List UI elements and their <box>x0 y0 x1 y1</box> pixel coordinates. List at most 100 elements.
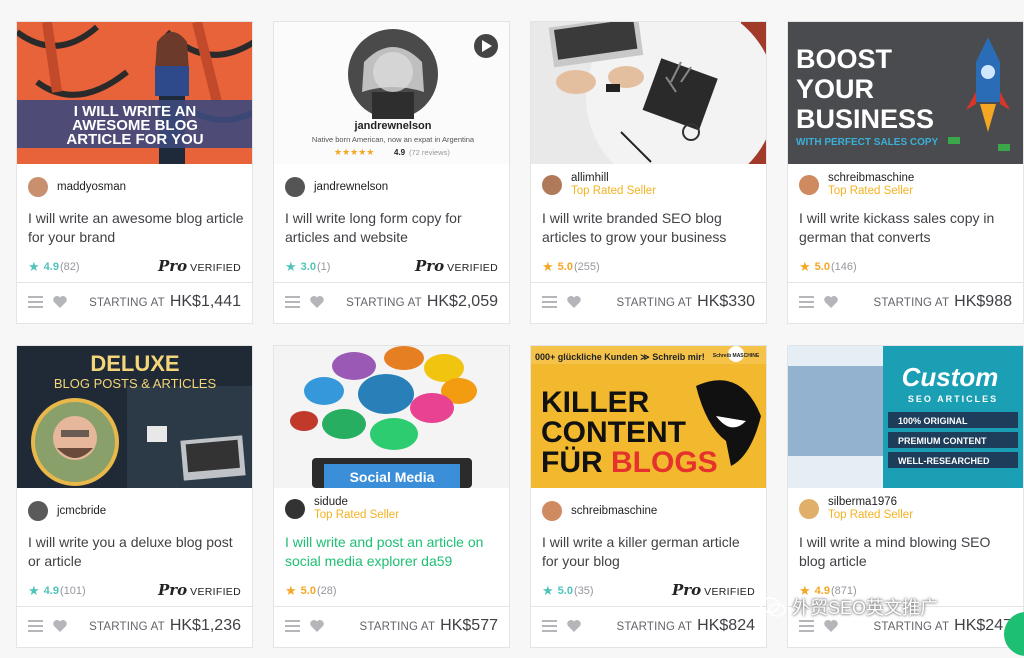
thumb-text: BLOGS <box>611 446 718 479</box>
price: STARTING AT HK$577 <box>359 617 498 635</box>
heart-icon[interactable] <box>566 294 582 310</box>
gig-thumbnail[interactable]: BOOST YOUR BUSINESS WITH PERFECT SALES C… <box>788 22 1023 164</box>
avatar[interactable] <box>542 501 562 521</box>
pro-verified-badge: Pro VERIFIED <box>415 257 498 275</box>
gig-thumbnail[interactable]: 000+ glückliche Kunden ≫ Schreib mir! KI… <box>531 346 766 488</box>
rating: ★ 5.0 (255) <box>542 260 600 273</box>
price: STARTING AT HK$1,236 <box>89 617 241 635</box>
rating: ★ 5.0 (146) <box>799 260 857 273</box>
heart-icon[interactable] <box>309 294 325 310</box>
gig-card[interactable]: jandrewnelson Native born American, now … <box>273 21 510 324</box>
menu-icon[interactable] <box>28 295 43 309</box>
avatar[interactable] <box>28 501 48 521</box>
star-icon: ★ <box>28 583 40 598</box>
rating-count: (146) <box>830 260 857 273</box>
seller-name[interactable]: maddyosman <box>57 181 126 194</box>
avatar[interactable] <box>285 499 305 519</box>
rating: ★ 5.0 (28) <box>285 584 337 597</box>
gig-card[interactable]: allimhill Top Rated Seller I will write … <box>530 21 767 324</box>
avatar[interactable] <box>799 499 819 519</box>
price-value: HK$1,236 <box>169 617 241 634</box>
avatar[interactable] <box>799 175 819 195</box>
avatar[interactable] <box>542 175 562 195</box>
gig-title[interactable]: I will write kickass sales copy in germa… <box>799 209 1015 247</box>
verified-label: VERIFIED <box>190 586 241 598</box>
pro-verified-badge: Pro VERIFIED <box>158 581 241 599</box>
price-value: HK$577 <box>440 617 498 634</box>
heart-icon[interactable] <box>566 618 582 634</box>
heart-icon[interactable] <box>52 294 68 310</box>
seller-name[interactable]: silberma1976 <box>828 496 913 509</box>
gig-thumbnail[interactable]: I WILL WRITE AN AWESOME BLOG ARTICLE FOR… <box>17 22 252 164</box>
gig-title[interactable]: I will write long form copy for articles… <box>285 209 501 247</box>
gig-title[interactable]: I will write a killer german article for… <box>542 533 758 571</box>
thumb-text: ARTICLE FOR YOU <box>66 131 203 148</box>
rating: ★ 4.9 (82) <box>28 260 80 273</box>
seller-name[interactable]: sidude <box>314 496 399 509</box>
thumb-text: KILLER <box>541 386 650 419</box>
pro-verified-badge: Pro VERIFIED <box>158 257 241 275</box>
menu-icon[interactable] <box>285 619 300 633</box>
verified-label: VERIFIED <box>704 586 755 598</box>
price-value: HK$330 <box>697 293 755 310</box>
menu-icon[interactable] <box>28 619 43 633</box>
gig-card[interactable]: Social Media sidude Top Rated Seller I w… <box>273 345 510 648</box>
pro-mark: Pro <box>671 581 702 599</box>
top-rated-badge: Top Rated Seller <box>828 185 914 197</box>
gig-thumbnail[interactable]: DELUXE BLOG POSTS & ARTICLES <box>17 346 252 488</box>
menu-icon[interactable] <box>542 619 557 633</box>
thumb-text: BUSINESS <box>796 104 934 134</box>
pro-mark: Pro <box>414 257 445 275</box>
star-icon: ★ <box>799 259 811 274</box>
heart-icon[interactable] <box>309 618 325 634</box>
rating-value: 4.9 <box>43 584 59 597</box>
starting-at-label: STARTING AT <box>89 621 165 633</box>
gig-title[interactable]: I will write you a deluxe blog post or a… <box>28 533 244 571</box>
gig-title[interactable]: I will write a mind blowing SEO blog art… <box>799 533 1015 571</box>
seller-name[interactable]: schreibmaschine <box>828 172 914 185</box>
price-value: HK$1,441 <box>169 293 241 310</box>
rating-value: 5.0 <box>814 260 830 273</box>
gig-thumbnail[interactable] <box>531 22 766 164</box>
star-icon: ★★★★★ <box>334 147 374 157</box>
heart-icon[interactable] <box>823 294 839 310</box>
avatar[interactable] <box>285 177 305 197</box>
thumb-text: BLOG POSTS & ARTICLES <box>54 376 217 391</box>
gig-card[interactable]: DELUXE BLOG POSTS & ARTICLES jcmcbride I… <box>16 345 253 648</box>
top-rated-badge: Top Rated Seller <box>828 509 914 521</box>
seller-name[interactable]: jandrewnelson <box>314 181 388 194</box>
gig-thumbnail[interactable]: Custom SEO ARTICLES 100% ORIGINAL PREMIU… <box>788 346 1023 488</box>
gig-thumbnail[interactable]: Social Media <box>274 346 509 488</box>
heart-icon[interactable] <box>52 618 68 634</box>
starting-at-label: STARTING AT <box>359 621 436 633</box>
wechat-icon <box>760 597 786 617</box>
gig-title[interactable]: I will write and post an article on soci… <box>285 533 501 571</box>
menu-icon[interactable] <box>542 295 557 309</box>
rating-count: (28) <box>316 584 337 597</box>
thumb-text: SEO ARTICLES <box>908 394 998 404</box>
thumb-text: BOOST <box>796 44 893 74</box>
gig-card[interactable]: I WILL WRITE AN AWESOME BLOG ARTICLE FOR… <box>16 21 253 324</box>
rating-value: 3.0 <box>300 260 316 273</box>
thumb-text: CONTENT <box>541 416 686 449</box>
top-rated-badge: Top Rated Seller <box>571 185 657 197</box>
gig-card[interactable]: BOOST YOUR BUSINESS WITH PERFECT SALES C… <box>787 21 1024 324</box>
menu-icon[interactable] <box>799 619 814 633</box>
seller-name[interactable]: schreibmaschine <box>571 505 657 518</box>
seller-name[interactable]: allimhill <box>571 172 656 185</box>
thumb-text: Custom <box>902 362 999 392</box>
gig-thumbnail[interactable]: jandrewnelson Native born American, now … <box>274 22 509 164</box>
thumb-text: FÜR <box>541 446 603 479</box>
gig-title[interactable]: I will write an awesome blog article for… <box>28 209 244 247</box>
thumb-text: WELL-RESEARCHED <box>898 456 990 466</box>
menu-icon[interactable] <box>285 295 300 309</box>
gig-card[interactable]: 000+ glückliche Kunden ≫ Schreib mir! KI… <box>530 345 767 648</box>
menu-icon[interactable] <box>799 295 814 309</box>
rating-count: (255) <box>573 260 600 273</box>
price: STARTING AT HK$988 <box>873 293 1012 311</box>
seller-name[interactable]: jcmcbride <box>57 505 106 518</box>
heart-icon[interactable] <box>823 618 839 634</box>
gig-title[interactable]: I will write branded SEO blog articles t… <box>542 209 758 247</box>
avatar[interactable] <box>28 177 48 197</box>
price: STARTING AT HK$2,059 <box>346 293 498 311</box>
